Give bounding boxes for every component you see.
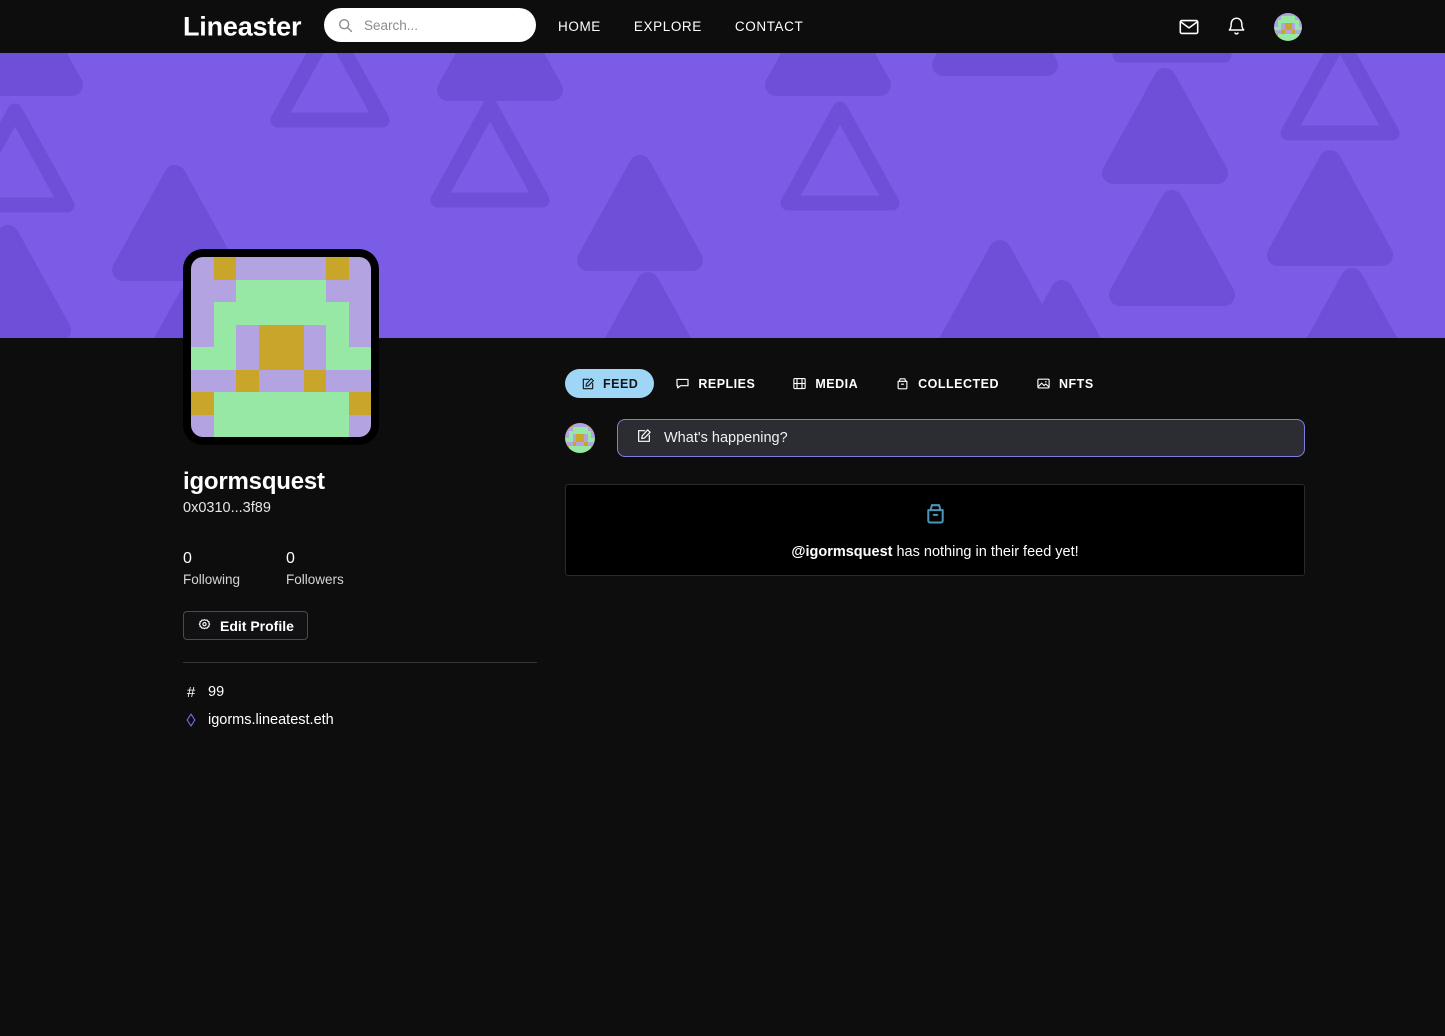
empty-feed-message: @igormsquest has nothing in their feed y… xyxy=(791,544,1078,560)
tab-feed-label: FEED xyxy=(603,376,639,391)
ethereum-diamond-icon xyxy=(183,713,199,727)
tab-feed[interactable]: FEED xyxy=(565,369,655,398)
search-icon xyxy=(338,18,353,33)
identicon-header xyxy=(1274,12,1302,41)
inbox-icon xyxy=(922,500,949,532)
mail-icon[interactable] xyxy=(1178,16,1200,38)
edit-profile-label: Edit Profile xyxy=(220,617,294,634)
identicon-profile xyxy=(191,257,371,437)
top-navigation-bar: Lineaster Search... HOME EXPLORE CONTACT xyxy=(0,0,1445,53)
nav-link-explore[interactable]: EXPLORE xyxy=(634,19,702,34)
film-icon xyxy=(792,376,807,391)
archive-box-icon xyxy=(895,376,910,391)
profile-avatar[interactable] xyxy=(183,249,379,445)
compose-icon xyxy=(581,377,595,391)
search-input[interactable]: Search... xyxy=(324,8,536,42)
page-title: igormsquest xyxy=(183,468,325,495)
following-count: 0 xyxy=(183,550,192,567)
empty-feed-handle: @igormsquest xyxy=(791,544,893,560)
hash-icon: # xyxy=(186,683,196,701)
identicon-composer xyxy=(565,423,595,453)
tab-nfts-label: NFTS xyxy=(1059,376,1094,391)
tab-media[interactable]: MEDIA xyxy=(776,369,874,398)
followers-label: Followers xyxy=(286,572,344,587)
ens-name-value: igorms.lineatest.eth xyxy=(208,712,334,728)
tab-nfts[interactable]: NFTS xyxy=(1020,369,1110,398)
nav-link-contact[interactable]: CONTACT xyxy=(735,19,803,34)
divider xyxy=(183,662,537,663)
profile-meta-list: # 99 igorms.lineatest.eth xyxy=(183,678,334,734)
avatar[interactable] xyxy=(1274,12,1302,41)
gear-icon xyxy=(197,618,212,633)
image-icon xyxy=(1036,376,1051,391)
tab-collected-label: COLLECTED xyxy=(918,376,1000,391)
profile-tabs: FEED REPLIES MEDIA COLLECTED NFTS xyxy=(565,338,1305,398)
post-composer: What's happening? xyxy=(565,419,1305,457)
tab-media-label: MEDIA xyxy=(815,376,859,391)
profile-id-value: 99 xyxy=(208,684,225,700)
main-nav: HOME EXPLORE CONTACT xyxy=(558,0,803,53)
chat-bubble-icon xyxy=(675,376,690,391)
search-placeholder: Search... xyxy=(364,17,419,33)
tab-replies-label: REPLIES xyxy=(698,376,756,391)
composer-placeholder: What's happening? xyxy=(664,430,788,446)
stat-followers[interactable]: 0 Followers xyxy=(286,548,344,590)
wallet-address[interactable]: 0x0310...3f89 xyxy=(183,500,271,516)
meta-row-ens[interactable]: igorms.lineatest.eth xyxy=(183,706,334,734)
composer-avatar xyxy=(565,423,595,453)
profile-stats: 0 Following 0 Followers xyxy=(183,548,344,590)
tab-replies[interactable]: REPLIES xyxy=(659,369,771,398)
main-content: FEED REPLIES MEDIA COLLECTED NFTS What's… xyxy=(565,338,1305,576)
meta-row-id: # 99 xyxy=(183,678,334,706)
empty-feed-card: @igormsquest has nothing in their feed y… xyxy=(565,484,1305,576)
followers-count: 0 xyxy=(286,550,295,567)
nav-link-home[interactable]: HOME xyxy=(558,19,601,34)
brand-logo[interactable]: Lineaster xyxy=(183,11,301,42)
bell-icon[interactable] xyxy=(1226,16,1248,38)
edit-profile-button[interactable]: Edit Profile xyxy=(183,611,308,640)
composer-input[interactable]: What's happening? xyxy=(617,419,1305,457)
tab-collected[interactable]: COLLECTED xyxy=(879,369,1015,398)
compose-icon xyxy=(636,428,652,449)
stat-following[interactable]: 0 Following xyxy=(183,548,240,590)
empty-feed-text: has nothing in their feed yet! xyxy=(892,544,1079,560)
following-label: Following xyxy=(183,572,241,587)
header-actions xyxy=(1178,0,1302,53)
